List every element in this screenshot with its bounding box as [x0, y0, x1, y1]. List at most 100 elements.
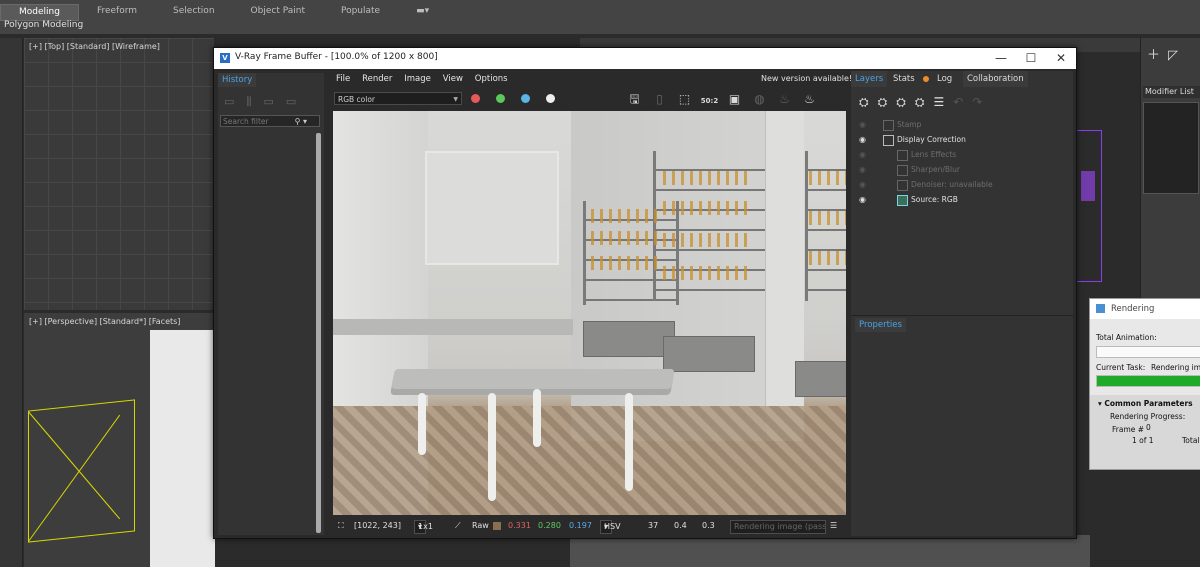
rendering-dialog: Rendering Total Animation: Current Task:… — [1089, 298, 1200, 470]
tab-stats[interactable]: Stats — [893, 71, 915, 87]
modifier-list-dropdown[interactable]: Modifier List — [1143, 86, 1200, 98]
layer-row[interactable]: ◉ Source: RGB — [855, 193, 1069, 207]
blue-channel-toggle[interactable] — [521, 94, 530, 103]
ribbon-options-icon[interactable]: ▬▾ — [398, 4, 447, 19]
create-icon[interactable]: ＋◸ — [1147, 44, 1186, 63]
eye-icon[interactable]: ◉ — [859, 118, 866, 132]
frame-label: Frame # — [1112, 425, 1145, 434]
layer-label: Sharpen/Blur — [911, 165, 960, 174]
gamma-icon[interactable]: ⟋ — [455, 518, 461, 534]
zoom-select[interactable]: 1x1 ▾ — [414, 520, 433, 534]
color-mode-select[interactable]: HSV ▾ — [600, 520, 621, 534]
delete-layer-icon[interactable]: ⛭ — [896, 95, 915, 109]
search-icon[interactable]: ⚲ ▾ — [295, 116, 307, 128]
maximize-button[interactable]: ☐ — [1016, 50, 1046, 67]
red-channel-toggle[interactable] — [471, 94, 480, 103]
history-compare-icon[interactable]: ⫼ — [246, 95, 263, 108]
add-layer-icon[interactable]: ⛭ — [859, 95, 878, 109]
channel-select[interactable]: RGB color ▼ — [334, 92, 462, 105]
render-table-leg — [488, 393, 496, 501]
history-delete-icon[interactable]: ▭ — [286, 95, 308, 108]
properties-tab[interactable]: Properties — [855, 318, 906, 332]
undo-icon[interactable]: ↶ — [953, 95, 972, 109]
history-toolbar: ▭⫼▭▭ — [224, 95, 308, 109]
render-icon[interactable]: ◍ — [747, 92, 772, 106]
rendering-dialog-title: Rendering — [1111, 304, 1155, 314]
render-tags — [663, 233, 753, 247]
ribbon-tab-populate[interactable]: Populate — [323, 4, 398, 19]
minimize-button[interactable]: — — [986, 50, 1016, 67]
render-canvas[interactable] — [333, 111, 846, 515]
render-table-leg — [418, 393, 426, 455]
teapot-icon[interactable]: ♨ — [772, 92, 797, 106]
selected-object[interactable] — [1076, 130, 1102, 282]
ribbon-subtitle[interactable]: Polygon Modeling — [4, 20, 83, 30]
viewport-top[interactable]: [+] [Top] [Standard] [Wireframe] — [24, 38, 214, 310]
ribbon-tab-selection[interactable]: Selection — [155, 4, 232, 19]
saturation-value: 0.4 — [674, 521, 687, 530]
history-tab[interactable]: History — [218, 73, 257, 87]
region-icon[interactable]: ⬚ — [672, 92, 697, 106]
layer-row[interactable]: ◉ Sharpen/Blur — [855, 163, 1069, 177]
eye-icon[interactable]: ◉ — [859, 133, 866, 147]
vfb-titlebar[interactable]: V V-Ray Frame Buffer - [100.0% of 1200 x… — [214, 48, 1076, 69]
frame-value: 0 — [1146, 423, 1151, 432]
save-icon[interactable]: 🖫 — [622, 90, 647, 111]
history-save-icon[interactable]: ▭ — [224, 95, 246, 108]
ribbon-tab-modeling[interactable]: Modeling — [0, 4, 79, 21]
total-animation-label: Total Animation: — [1096, 333, 1157, 342]
pick-icon[interactable]: ⛶ — [338, 518, 344, 534]
tab-collaboration[interactable]: Collaboration — [963, 71, 1028, 87]
history-search-input[interactable]: Search filter ⚲ ▾ — [220, 115, 320, 127]
rendering-dialog-titlebar[interactable]: Rendering — [1090, 299, 1200, 319]
eye-icon[interactable]: ◉ — [859, 163, 866, 177]
eye-icon[interactable]: ◉ — [859, 148, 866, 162]
close-button[interactable]: ✕ — [1046, 50, 1076, 67]
layer-label: Stamp — [897, 120, 922, 129]
save-all-icon[interactable]: ▯ — [647, 92, 672, 106]
viewport-top-label[interactable]: [+] [Top] [Standard] [Wireframe] — [29, 42, 160, 51]
clear-icon[interactable]: ▣ — [722, 92, 747, 106]
zoom-50-icon[interactable]: 50:2 — [697, 97, 722, 105]
stop-icon[interactable]: ♨ — [797, 92, 822, 106]
menu-file[interactable]: File — [336, 72, 350, 86]
eye-icon[interactable]: ◉ — [859, 178, 866, 192]
new-version-link[interactable]: New version available! — [761, 74, 852, 83]
create-layer-icon[interactable]: ⛭ — [878, 95, 897, 109]
ribbon-tab-object-paint[interactable]: Object Paint — [233, 4, 323, 19]
layer-row[interactable]: ◉ Denoiser: unavailable — [855, 178, 1069, 192]
layer-list-icon[interactable]: ☰ — [933, 95, 953, 109]
total-label: Total — [1182, 436, 1200, 445]
layer-icon — [883, 135, 894, 146]
viewport-perspective-label[interactable]: [+] [Perspective] [Standard*] [Facets] — [29, 317, 180, 326]
chevron-down-icon: ▼ — [453, 96, 458, 103]
layer-row[interactable]: ◉ Display Correction — [855, 133, 1069, 147]
render-tags — [591, 256, 661, 270]
eye-icon[interactable]: ◉ — [859, 193, 866, 207]
tab-log[interactable]: Log — [937, 71, 952, 87]
menu-image[interactable]: Image — [404, 72, 431, 86]
viewport-bottom[interactable] — [570, 535, 1090, 567]
modifier-stack[interactable] — [1143, 102, 1199, 194]
menu-view[interactable]: View — [443, 72, 463, 86]
left-toolbar — [0, 38, 23, 567]
green-channel-toggle[interactable] — [496, 94, 505, 103]
common-parameters-header[interactable]: ▾ Common Parameters — [1098, 399, 1193, 408]
log-toggle-icon[interactable]: ☰ — [830, 518, 837, 534]
tab-layers[interactable]: Layers — [851, 71, 888, 87]
alpha-channel-toggle[interactable] — [546, 94, 555, 103]
render-table-leg — [533, 389, 541, 447]
menu-options[interactable]: Options — [475, 72, 508, 86]
history-scrollbar[interactable] — [316, 133, 321, 533]
layer-row[interactable]: ◉ Lens Effects — [855, 148, 1069, 162]
history-load-icon[interactable]: ▭ — [263, 95, 285, 108]
layer-row[interactable]: ◉ Stamp — [855, 118, 1069, 132]
save-layers-icon[interactable]: ⛭ — [915, 95, 934, 109]
hue-value: 37 — [648, 521, 659, 530]
camera-gizmo[interactable] — [28, 399, 135, 543]
color-mode-value: HSV — [604, 522, 621, 531]
redo-icon[interactable]: ↷ — [972, 95, 991, 109]
ribbon-tabs: Modeling Freeform Selection Object Paint… — [0, 4, 447, 21]
ribbon-tab-freeform[interactable]: Freeform — [79, 4, 155, 19]
menu-render[interactable]: Render — [362, 72, 392, 86]
